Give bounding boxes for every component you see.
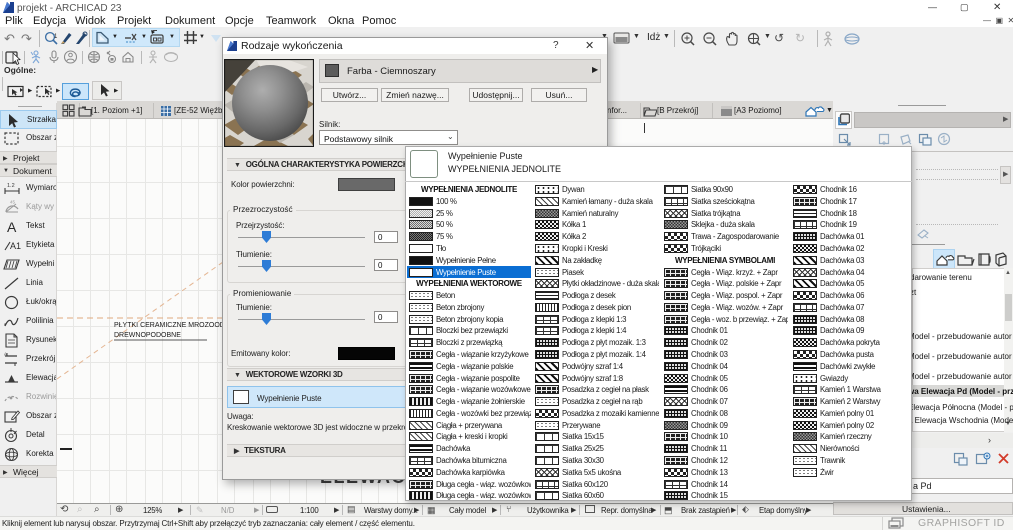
- svg-text:A: A: [4, 352, 7, 357]
- svg-text:A1: A1: [10, 241, 21, 251]
- svg-text:45: 45: [10, 200, 16, 205]
- svg-text:1: 1: [54, 34, 58, 40]
- svg-text:A: A: [7, 219, 17, 235]
- svg-text:1.2: 1.2: [7, 183, 15, 189]
